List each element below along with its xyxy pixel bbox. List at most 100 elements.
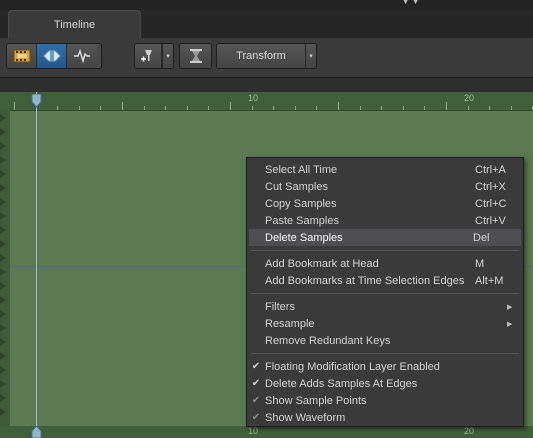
gutter-notch [0, 282, 6, 290]
ruler-tick [230, 102, 231, 110]
gutter-notch [0, 338, 6, 346]
menu-item-show-sample-points[interactable]: ✔ Show Sample Points [247, 392, 523, 409]
ruler-label: 10 [248, 93, 259, 103]
transform-dropdown-icon: ▾ [305, 44, 316, 68]
gutter-notch [0, 156, 6, 164]
playhead-bottom-handle[interactable] [31, 426, 42, 438]
ruler-tick [467, 106, 469, 110]
ruler-label: 20 [464, 426, 475, 436]
transform-dropdown[interactable]: Transform ▾ [216, 43, 317, 69]
ruler-tick [381, 106, 383, 110]
toolbar: ▾ Transform ▾ [0, 38, 533, 78]
film-strip-button[interactable] [7, 44, 37, 68]
gutter-notch [0, 394, 6, 402]
ruler-label: 10 [248, 426, 259, 436]
gutter-notch [0, 254, 6, 262]
menu-item-show-waveform[interactable]: ✔ Show Waveform [247, 409, 523, 426]
checkmark-icon: ✔ [251, 361, 261, 372]
ruler-tick [100, 106, 102, 110]
bottom-ruler: 10 20 [0, 426, 533, 438]
menu-separator [251, 250, 519, 251]
ruler-label: 20 [464, 93, 475, 103]
ruler-tick [57, 106, 59, 110]
waveform-icon [74, 49, 90, 63]
ruler-tick [338, 102, 339, 110]
time-ruler[interactable]: 10 20 [0, 92, 533, 111]
tab-bar: Timeline [0, 10, 533, 38]
ruler-tick [510, 106, 512, 110]
gutter-notch [0, 380, 6, 388]
keyframe-view-button[interactable] [37, 44, 67, 68]
menu-item-add-bookmarks-at-selection-edges[interactable]: Add Bookmarks at Time Selection Edges Alt… [247, 272, 523, 289]
gutter-notch [0, 128, 6, 136]
gutter-notch [0, 324, 6, 332]
checkmark-icon: ✔ [251, 412, 261, 423]
top-arrows-icon: ▼▼ [401, 0, 421, 6]
menu-item-delete-samples[interactable]: Delete Samples Del [249, 229, 521, 246]
ruler-tick [78, 106, 80, 110]
ruler-tick [489, 106, 491, 110]
sub-bar [0, 78, 533, 92]
gutter-notch [0, 268, 6, 276]
checkmark-icon: ✔ [251, 378, 261, 389]
menu-item-add-bookmark-at-head[interactable]: Add Bookmark at Head M [247, 255, 523, 272]
gutter-notch [0, 296, 6, 304]
ruler-tick [122, 102, 123, 110]
ruler-tick [208, 106, 210, 110]
ruler-tick [251, 106, 253, 110]
add-marker-dropdown-icon[interactable]: ▾ [162, 44, 173, 68]
menu-item-floating-modification-layer[interactable]: ✔ Floating Modification Layer Enabled [247, 358, 523, 375]
context-menu: Select All Time Ctrl+A Cut Samples Ctrl+X … [246, 157, 524, 427]
ruler-tick [165, 106, 167, 110]
gutter-notch [0, 184, 6, 192]
ruler-tick [294, 106, 296, 110]
menu-item-cut-samples[interactable]: Cut Samples Ctrl+X [247, 178, 523, 195]
top-strip: ▼▼ [0, 0, 533, 10]
hourglass-icon [189, 49, 202, 63]
add-marker-button[interactable] [135, 44, 162, 68]
menu-item-remove-redundant-keys[interactable]: Remove Redundant Keys [247, 332, 523, 349]
menu-item-filters[interactable]: Filters ▶ [247, 298, 523, 315]
add-marker-icon [141, 50, 152, 62]
checkmark-icon: ✔ [251, 395, 261, 406]
ruler-tick [402, 106, 404, 110]
ruler-tick [14, 102, 15, 110]
playhead-line[interactable] [36, 92, 37, 438]
add-marker-group: ▾ [134, 43, 174, 69]
time-range-button[interactable] [180, 44, 211, 68]
gutter-notch [0, 142, 6, 150]
curve-view-button[interactable] [67, 44, 97, 68]
menu-separator [251, 293, 519, 294]
menu-item-copy-samples[interactable]: Copy Samples Ctrl+C [247, 195, 523, 212]
gutter-notch [0, 240, 6, 248]
gutter-notch [0, 212, 6, 220]
playhead-top-handle[interactable] [31, 94, 42, 108]
ruler-tick [186, 106, 188, 110]
gutter-notch [0, 114, 6, 122]
gutter-notch [0, 226, 6, 234]
gutter-notch [0, 310, 6, 318]
transform-label: Transform [217, 44, 305, 68]
film-strip-icon [13, 49, 30, 63]
hourglass-group [179, 43, 212, 69]
gutter-notch [0, 366, 6, 374]
keyframe-icon [42, 50, 61, 62]
ruler-tick [143, 106, 145, 110]
ruler-tick [273, 106, 275, 110]
gutter-notch [0, 198, 6, 206]
gutter-notch [0, 170, 6, 178]
ruler-tick [316, 106, 318, 110]
ruler-tick [424, 106, 426, 110]
menu-item-select-all-time[interactable]: Select All Time Ctrl+A [247, 161, 523, 178]
menu-item-paste-samples[interactable]: Paste Samples Ctrl+V [247, 212, 523, 229]
gutter-notch [0, 352, 6, 360]
ruler-tick [446, 102, 447, 110]
keyframe-gutter [0, 110, 10, 426]
menu-item-resample[interactable]: Resample ▶ [247, 315, 523, 332]
tab-timeline[interactable]: Timeline [8, 10, 141, 38]
ruler-tick [359, 106, 361, 110]
submenu-arrow-icon: ▶ [507, 303, 513, 311]
view-mode-group [6, 43, 102, 69]
submenu-arrow-icon: ▶ [507, 320, 513, 328]
menu-item-delete-adds-samples[interactable]: ✔ Delete Adds Samples At Edges [247, 375, 523, 392]
